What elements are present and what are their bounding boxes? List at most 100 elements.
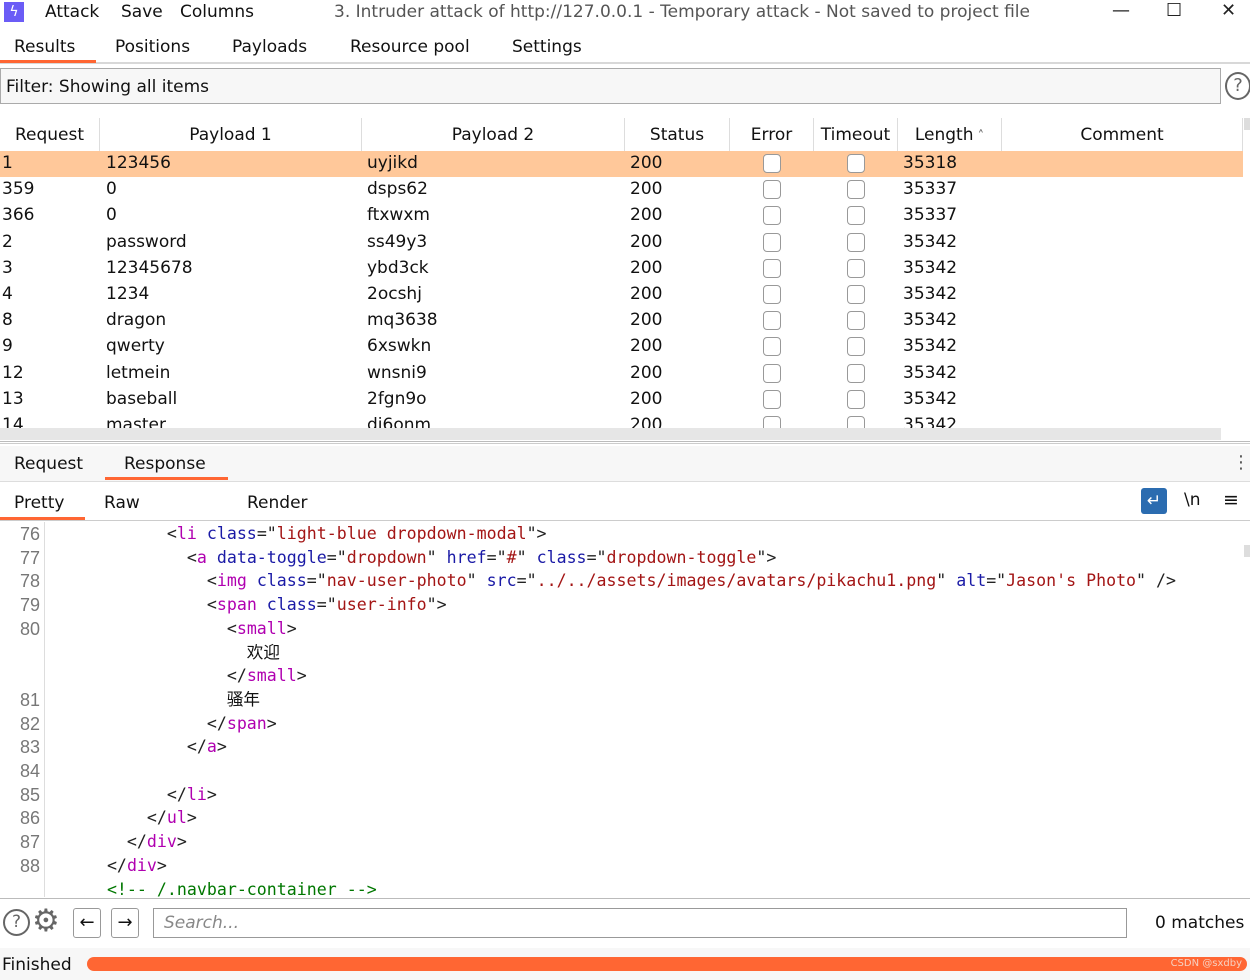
menu-icon[interactable]: ≡ xyxy=(1223,489,1239,511)
token-p: =" xyxy=(306,571,327,591)
tab-raw[interactable]: Raw xyxy=(104,493,140,513)
table-row[interactable]: 9 qwerty 6xswkn 200 35342 xyxy=(0,334,1243,360)
active-tab-indicator xyxy=(0,517,85,520)
response-editor[interactable]: 76 <li class="light-blue dropdown-modal"… xyxy=(0,522,1250,897)
tab-resource-pool[interactable]: Resource pool xyxy=(350,37,470,57)
table-row[interactable]: 366 0 ftxwxm 200 35337 xyxy=(0,203,1243,229)
token-p: < xyxy=(47,595,217,615)
token-p: > xyxy=(156,855,167,875)
menu-attack[interactable]: Attack xyxy=(45,2,99,22)
code-text: <li class="light-blue dropdown-modal"> xyxy=(47,522,547,546)
token-p: "> xyxy=(526,524,547,543)
maximize-button[interactable]: ☐ xyxy=(1166,0,1182,21)
token-attr: href xyxy=(436,547,487,567)
code-line: 85 </li> xyxy=(0,783,1240,807)
table-row[interactable]: 13 baseball 2fgn9o 200 35342 xyxy=(0,387,1243,413)
word-wrap-icon[interactable]: ↵ xyxy=(1141,488,1167,514)
help-icon[interactable]: ? xyxy=(1225,72,1250,100)
tab-results[interactable]: Results xyxy=(14,37,75,57)
show-newlines-icon[interactable]: \n xyxy=(1184,490,1201,510)
error-checkbox xyxy=(763,311,781,331)
tab-payloads[interactable]: Payloads xyxy=(232,37,307,57)
editor-scrollbar[interactable] xyxy=(1244,545,1250,557)
column-header-payload-1[interactable]: Payload 1 xyxy=(100,118,362,152)
cell-payload-2: dsps62 xyxy=(367,179,428,200)
help-icon[interactable]: ? xyxy=(3,909,30,936)
table-vertical-scrollbar[interactable] xyxy=(1244,118,1250,130)
split-pane-divider[interactable] xyxy=(0,441,1250,444)
column-header-payload-2[interactable]: Payload 2 xyxy=(362,118,625,152)
column-header-timeout[interactable]: Timeout xyxy=(814,118,898,152)
token-p: < xyxy=(47,524,177,543)
column-header-label: Error xyxy=(750,125,793,145)
error-checkbox xyxy=(763,285,781,304)
token-val: dropdown xyxy=(346,547,427,567)
attack-progress-bar xyxy=(87,957,1247,971)
tab-response[interactable]: Response xyxy=(124,454,206,474)
cell-status: 200 xyxy=(630,205,663,226)
cell-status: 200 xyxy=(630,257,663,278)
token-p: > xyxy=(186,808,197,828)
cell-length: 35337 xyxy=(903,179,958,200)
code-text: </ul> xyxy=(47,806,197,830)
close-button[interactable]: ✕ xyxy=(1221,0,1236,21)
token-attr: src xyxy=(476,571,517,591)
table-row[interactable]: 3 12345678 ybd3ck 200 35342 xyxy=(0,256,1243,282)
table-horizontal-scrollbar[interactable] xyxy=(0,428,1221,440)
more-options-icon[interactable]: ⋮ xyxy=(1232,452,1250,473)
tab-pretty[interactable]: Pretty xyxy=(14,493,64,513)
cell-payload-1: qwerty xyxy=(106,336,165,357)
tab-settings[interactable]: Settings xyxy=(512,37,582,57)
column-header-error[interactable]: Error xyxy=(730,118,814,152)
next-match-button[interactable]: → xyxy=(111,908,139,938)
column-header-comment[interactable]: Comment xyxy=(1002,118,1243,152)
cell-payload-1: password xyxy=(106,231,187,252)
token-text: 骚年 xyxy=(47,689,261,709)
menu-columns[interactable]: Columns xyxy=(180,2,254,22)
token-tag: span xyxy=(216,595,257,615)
table-row[interactable]: 8 dragon mq3638 200 35342 xyxy=(0,308,1243,334)
previous-match-button[interactable]: ← xyxy=(73,908,101,938)
tab-render[interactable]: Render xyxy=(247,493,308,513)
minimize-button[interactable]: — xyxy=(1112,0,1130,21)
token-p: > xyxy=(206,784,217,804)
cell-length: 35342 xyxy=(903,336,958,357)
filter-bar[interactable]: Filter: Showing all items xyxy=(0,68,1221,104)
table-row[interactable]: 359 0 dsps62 200 35337 xyxy=(0,177,1243,203)
cell-status: 200 xyxy=(630,336,663,357)
cell-request: 366 xyxy=(2,205,35,226)
table-row[interactable]: 12 letmein wnsni9 200 35342 xyxy=(0,361,1243,387)
token-tag: ul xyxy=(166,808,187,828)
timeout-checkbox xyxy=(847,206,865,226)
token-p: " /> xyxy=(1136,571,1177,591)
column-header-request[interactable]: Request xyxy=(0,118,100,152)
column-header-label: Request xyxy=(14,125,85,145)
tab-positions[interactable]: Positions xyxy=(115,37,190,57)
search-input[interactable]: Search... xyxy=(153,908,1127,938)
token-val: nav-user-photo xyxy=(326,571,467,591)
main-tabs: Results Positions Payloads Resource pool… xyxy=(0,34,1250,64)
token-p: "> xyxy=(756,547,777,567)
timeout-checkbox xyxy=(847,180,865,200)
token-p: =" xyxy=(316,595,337,615)
table-row[interactable]: 4 1234 2ocshj 200 35342 xyxy=(0,282,1243,308)
line-number: 84 xyxy=(19,761,40,781)
error-checkbox xyxy=(763,416,781,428)
cell-status: 200 xyxy=(630,362,663,383)
cell-payload-2: 2fgn9o xyxy=(367,388,427,409)
timeout-checkbox xyxy=(847,258,865,278)
table-row[interactable]: 1 123456 uyjikd 200 35318 xyxy=(0,151,1243,177)
settings-gear-icon[interactable]: ⚙ xyxy=(32,903,60,939)
column-header-length[interactable]: Length ˄ xyxy=(898,118,1002,152)
table-row[interactable]: 14 master dj6onm 200 35342 xyxy=(0,413,1243,428)
token-tag: small xyxy=(246,666,297,686)
tab-request[interactable]: Request xyxy=(14,454,83,474)
menu-save[interactable]: Save xyxy=(121,2,163,22)
token-val: light-blue dropdown-modal xyxy=(276,524,527,543)
cell-length: 35342 xyxy=(903,231,958,252)
column-header-status[interactable]: Status xyxy=(625,118,730,152)
line-number: 77 xyxy=(19,547,40,568)
cell-payload-1: baseball xyxy=(106,388,178,409)
token-p: =" xyxy=(586,547,607,567)
table-row[interactable]: 2 password ss49y3 200 35342 xyxy=(0,230,1243,256)
